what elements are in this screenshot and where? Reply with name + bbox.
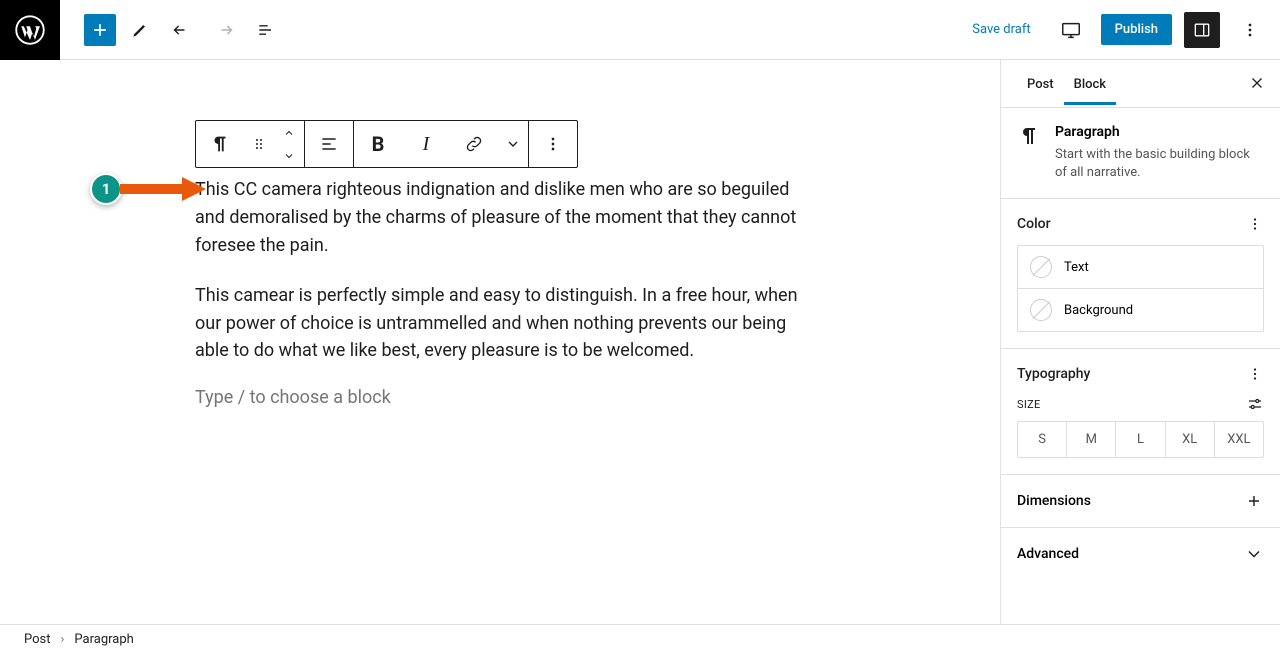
drag-icon: [251, 136, 267, 152]
color-panel: Color Text Background: [1001, 199, 1280, 349]
plus-icon: [90, 20, 110, 40]
annotation-marker: 1: [90, 173, 208, 205]
align-left-icon: [319, 134, 339, 154]
tab-block[interactable]: Block: [1064, 63, 1116, 105]
wordpress-logo[interactable]: [0, 0, 60, 60]
size-label: SIZE: [1017, 398, 1041, 411]
typography-panel-title: Typography: [1017, 366, 1090, 382]
move-up-button[interactable]: [283, 121, 295, 144]
custom-size-toggle[interactable]: [1246, 395, 1264, 413]
sidebar-tabs: Post Block: [1001, 60, 1280, 108]
undo-icon: [172, 20, 192, 40]
background-color-button[interactable]: Background: [1018, 288, 1263, 331]
desktop-icon: [1060, 19, 1082, 41]
italic-button[interactable]: I: [402, 121, 450, 167]
chevron-down-icon: [505, 136, 521, 152]
size-xl[interactable]: XL: [1165, 422, 1214, 457]
settings-sidebar: Post Block Paragraph Start with the basi…: [1000, 60, 1280, 624]
size-s[interactable]: S: [1018, 422, 1066, 457]
chevron-up-icon: [283, 127, 295, 139]
color-label: Text: [1064, 260, 1089, 275]
breadcrumb-separator: ›: [61, 632, 65, 647]
options-button[interactable]: [1232, 12, 1268, 48]
align-button[interactable]: [305, 121, 353, 167]
publish-button[interactable]: Publish: [1101, 14, 1172, 45]
drag-handle[interactable]: [244, 121, 274, 167]
block-title: Paragraph: [1055, 124, 1264, 140]
advanced-title: Advanced: [1017, 546, 1079, 562]
more-vertical-icon: [1240, 20, 1260, 40]
tools-button[interactable]: [122, 12, 158, 48]
editor-canvas[interactable]: 1 B: [0, 60, 1000, 624]
more-vertical-icon: [543, 134, 563, 154]
font-size-presets: S M L XL XXL: [1017, 421, 1264, 458]
add-block-button[interactable]: [84, 14, 116, 46]
block-type-button[interactable]: [196, 121, 244, 167]
more-vertical-icon: [1246, 365, 1264, 383]
dimensions-title: Dimensions: [1017, 493, 1091, 509]
advanced-panel-toggle[interactable]: Advanced: [1001, 528, 1280, 580]
redo-icon: [214, 20, 234, 40]
toolbar-right: Save draft Publish: [962, 12, 1280, 48]
redo-button[interactable]: [206, 12, 242, 48]
typography-panel: Typography SIZE S M L XL XXL: [1001, 349, 1280, 475]
more-vertical-icon: [1246, 215, 1264, 233]
close-sidebar-button[interactable]: [1248, 74, 1266, 92]
paragraph-block-1[interactable]: This CC camera righteous indignation and…: [195, 176, 805, 260]
undo-button[interactable]: [164, 12, 200, 48]
block-toolbar: B I: [195, 120, 578, 168]
annotation-number: 1: [90, 173, 122, 205]
size-xxl[interactable]: XXL: [1214, 422, 1263, 457]
color-panel-title: Color: [1017, 216, 1051, 232]
paragraph-icon: [1017, 124, 1041, 182]
block-options-button[interactable]: [529, 121, 577, 167]
move-down-button[interactable]: [283, 144, 295, 167]
block-description: Start with the basic building block of a…: [1055, 146, 1264, 182]
tab-post[interactable]: Post: [1017, 63, 1064, 105]
close-icon: [1248, 74, 1266, 92]
move-arrows: [274, 121, 304, 167]
size-m[interactable]: M: [1066, 422, 1115, 457]
link-icon: [464, 134, 484, 154]
settings-sidebar-toggle[interactable]: [1184, 12, 1220, 48]
typography-panel-options[interactable]: [1246, 365, 1264, 383]
default-block-appender[interactable]: Type / to choose a block: [195, 387, 805, 408]
preview-button[interactable]: [1053, 12, 1089, 48]
more-rich-text-button[interactable]: [498, 121, 528, 167]
link-button[interactable]: [450, 121, 498, 167]
list-view-icon: [256, 20, 276, 40]
chevron-down-icon: [283, 150, 295, 162]
color-swatch-none: [1030, 256, 1052, 278]
sidebar-icon: [1192, 20, 1212, 40]
editor-content: 1 B: [175, 60, 825, 468]
block-info: Paragraph Start with the basic building …: [1001, 108, 1280, 199]
size-l[interactable]: L: [1115, 422, 1164, 457]
color-label: Background: [1064, 303, 1133, 318]
breadcrumb-post[interactable]: Post: [24, 632, 51, 647]
save-draft-button[interactable]: Save draft: [962, 16, 1040, 43]
arrow-right-icon: [120, 175, 208, 203]
color-panel-options[interactable]: [1246, 215, 1264, 233]
paragraph-block-2[interactable]: This camear is perfectly simple and easy…: [195, 282, 805, 366]
toolbar-left: [0, 0, 284, 59]
color-swatch-none: [1030, 299, 1052, 321]
settings-sliders-icon: [1246, 395, 1264, 413]
document-overview-button[interactable]: [248, 12, 284, 48]
dimensions-panel-toggle[interactable]: Dimensions: [1001, 475, 1280, 528]
paragraph-icon: [209, 133, 231, 155]
text-color-button[interactable]: Text: [1018, 246, 1263, 288]
wordpress-icon: [15, 15, 45, 45]
bold-button[interactable]: B: [354, 121, 402, 167]
chevron-down-icon: [1244, 544, 1264, 564]
block-breadcrumb: Post › Paragraph: [0, 624, 1280, 654]
plus-icon: [1244, 491, 1264, 511]
pencil-icon: [130, 20, 150, 40]
editor-top-bar: Save draft Publish: [0, 0, 1280, 60]
breadcrumb-paragraph[interactable]: Paragraph: [74, 632, 133, 647]
